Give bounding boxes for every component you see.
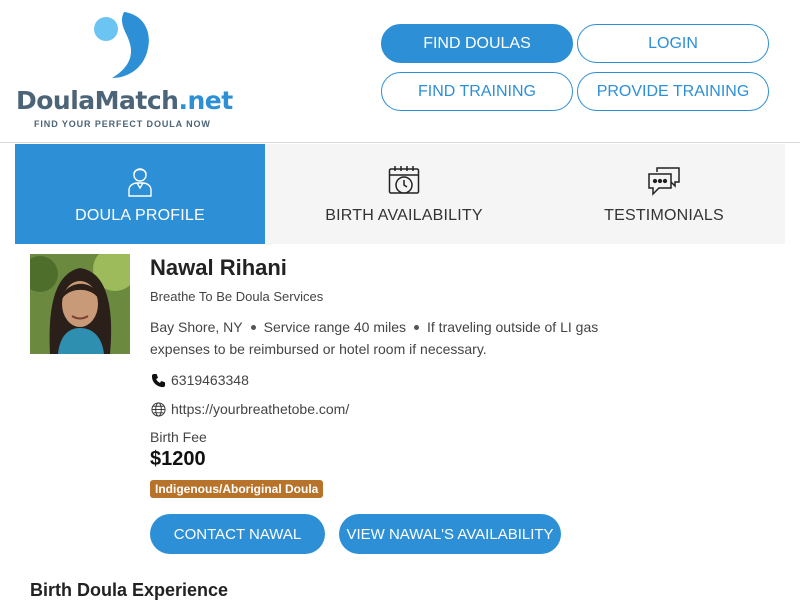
- view-availability-button[interactable]: VIEW NAWAL'S AVAILABILITY: [339, 514, 561, 554]
- globe-icon: [150, 401, 166, 417]
- doula-name: Nawal Rihani: [150, 255, 287, 280]
- chat-bubbles-icon: [647, 163, 681, 199]
- tab-label: TESTIMONIALS: [604, 207, 724, 224]
- service-range: Service range 40 miles: [263, 319, 407, 335]
- person-icon: [123, 163, 157, 199]
- tab-label: BIRTH AVAILABILITY: [325, 207, 483, 224]
- provide-training-button[interactable]: PROVIDE TRAINING: [577, 72, 769, 111]
- birth-fee-label: Birth Fee: [150, 429, 207, 445]
- experience-heading: Birth Doula Experience: [30, 580, 229, 600]
- profile-tabs: DOULA PROFILE BIRTH AVAILABILITY TESTIMO…: [15, 144, 785, 244]
- phone-number[interactable]: 6319463348: [171, 372, 249, 388]
- birth-fee-value: $1200: [150, 448, 206, 470]
- phone-icon: [150, 372, 166, 388]
- login-button[interactable]: LOGIN: [577, 24, 769, 63]
- website-link[interactable]: https://yourbreathetobe.com/: [171, 401, 349, 417]
- logo-mark-icon: [94, 12, 149, 78]
- tab-label: DOULA PROFILE: [75, 207, 205, 224]
- find-training-button[interactable]: FIND TRAINING: [381, 72, 573, 111]
- separator-dot: [250, 324, 256, 330]
- find-doulas-button[interactable]: FIND DOULAS: [381, 24, 573, 63]
- location-details: Bay Shore, NY Service range 40 miles If tr…: [150, 316, 650, 360]
- location-text: Bay Shore, NY: [150, 319, 243, 335]
- tab-doula-profile[interactable]: DOULA PROFILE: [15, 144, 265, 244]
- calendar-clock-icon: [387, 163, 421, 199]
- contact-doula-button[interactable]: CONTACT NAWAL: [150, 514, 325, 554]
- profile-photo: [30, 254, 130, 354]
- doula-badge: Indigenous/Aboriginal Doula: [150, 480, 324, 498]
- site-logo[interactable]: DoulaMatch.net FIND YOUR PERFECT DOULA N…: [16, 10, 233, 135]
- website-row: https://yourbreathetobe.com/: [150, 401, 349, 417]
- site-header: DoulaMatch.net FIND YOUR PERFECT DOULA N…: [0, 0, 800, 143]
- tab-testimonials[interactable]: TESTIMONIALS: [543, 144, 785, 244]
- phone-row: 6319463348: [150, 372, 249, 388]
- business-name: Breathe To Be Doula Services: [150, 289, 324, 304]
- logo-wordmark: DoulaMatch.net: [16, 86, 233, 115]
- tab-birth-availability[interactable]: BIRTH AVAILABILITY: [265, 144, 543, 244]
- separator-dot: [414, 324, 420, 330]
- logo-tagline: FIND YOUR PERFECT DOULA NOW: [34, 119, 211, 129]
